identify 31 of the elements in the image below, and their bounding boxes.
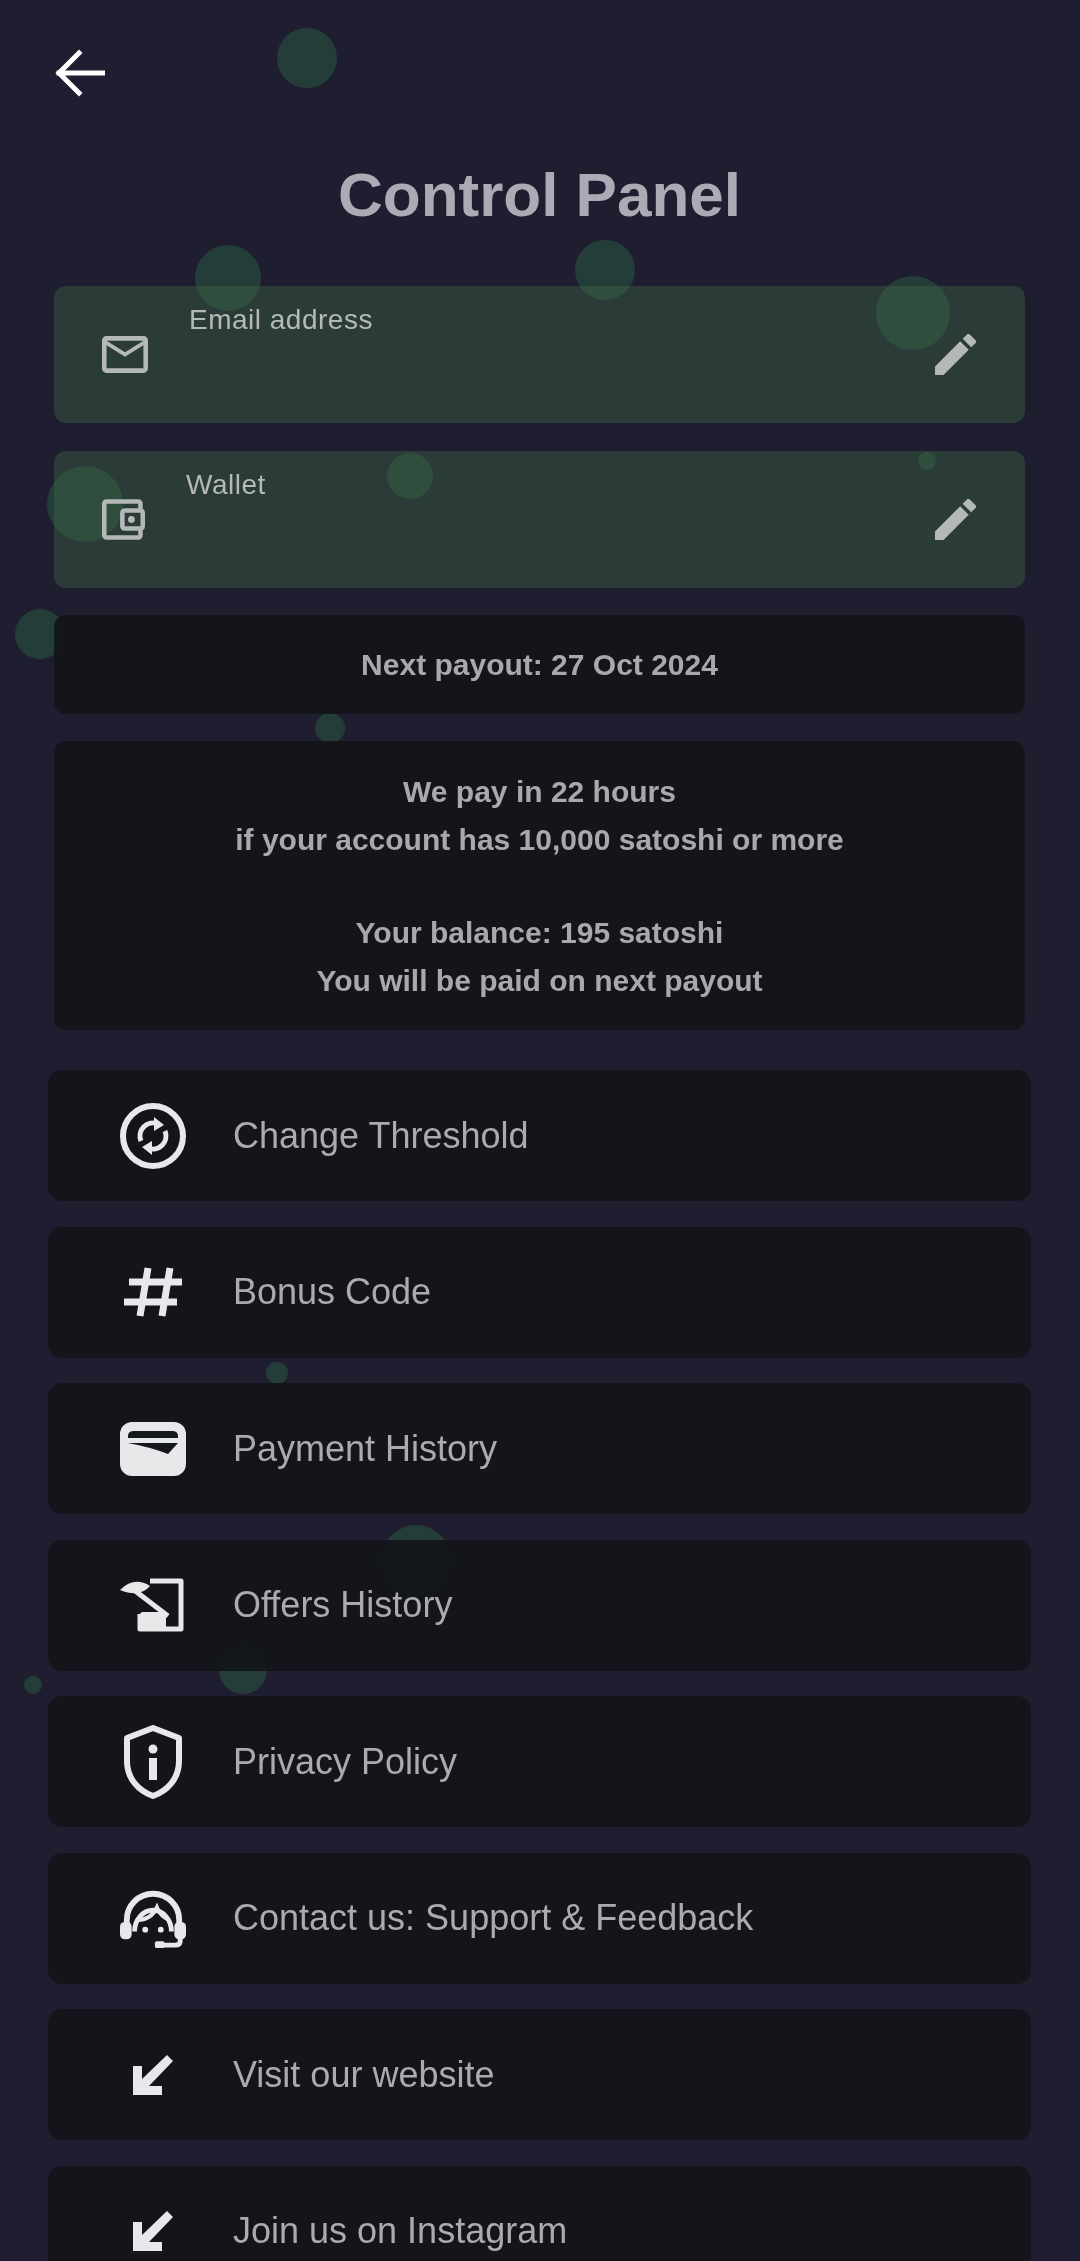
document-icon xyxy=(120,1578,186,1632)
page-title: Control Panel xyxy=(337,159,742,230)
envelope-icon xyxy=(102,336,148,373)
arrow-down-left-icon xyxy=(133,2211,173,2251)
wallet-card-icon xyxy=(120,1421,186,1476)
menu-item[interactable]: Change Threshold xyxy=(48,1070,1031,1201)
info-text: Your balance: 195 satoshi You will be paid on next payout xyxy=(316,915,763,999)
info-text: We pay in 22 hours if your account has 10,000 satoshi or more xyxy=(235,774,844,858)
edit-button[interactable] xyxy=(935,499,976,540)
background-bubble xyxy=(918,452,936,470)
menu-item[interactable]: Contact us: Support & Feedback xyxy=(48,1852,1031,1984)
pencil-icon xyxy=(935,499,976,540)
pencil-icon xyxy=(935,334,976,375)
background-bubble xyxy=(266,1362,288,1384)
menu-item[interactable]: Visit our website xyxy=(48,2009,1031,2140)
hash-icon xyxy=(123,1265,183,1319)
background-bubble xyxy=(24,1676,42,1694)
menu-item[interactable]: Join us on Instagram xyxy=(48,2165,1031,2261)
menu-item[interactable]: Bonus Code xyxy=(48,1226,1031,1358)
arrow-down-left-icon xyxy=(133,2054,173,2095)
wallet-icon xyxy=(102,499,145,540)
wallet-field[interactable]: Wallet xyxy=(54,451,1025,588)
menu-item[interactable]: Privacy Policy xyxy=(48,1696,1031,1827)
edit-button[interactable] xyxy=(935,334,976,375)
back-arrow-icon xyxy=(53,47,105,99)
menu-item[interactable]: Payment History xyxy=(48,1383,1031,1514)
email-field[interactable]: Email address xyxy=(54,286,1025,423)
refresh-circle-icon xyxy=(120,1102,186,1169)
menu-item[interactable]: Offers History xyxy=(48,1539,1031,1671)
next-payout-text: Next payout: 27 Oct 2024 xyxy=(361,646,718,683)
shield-info-icon xyxy=(123,1724,183,1799)
